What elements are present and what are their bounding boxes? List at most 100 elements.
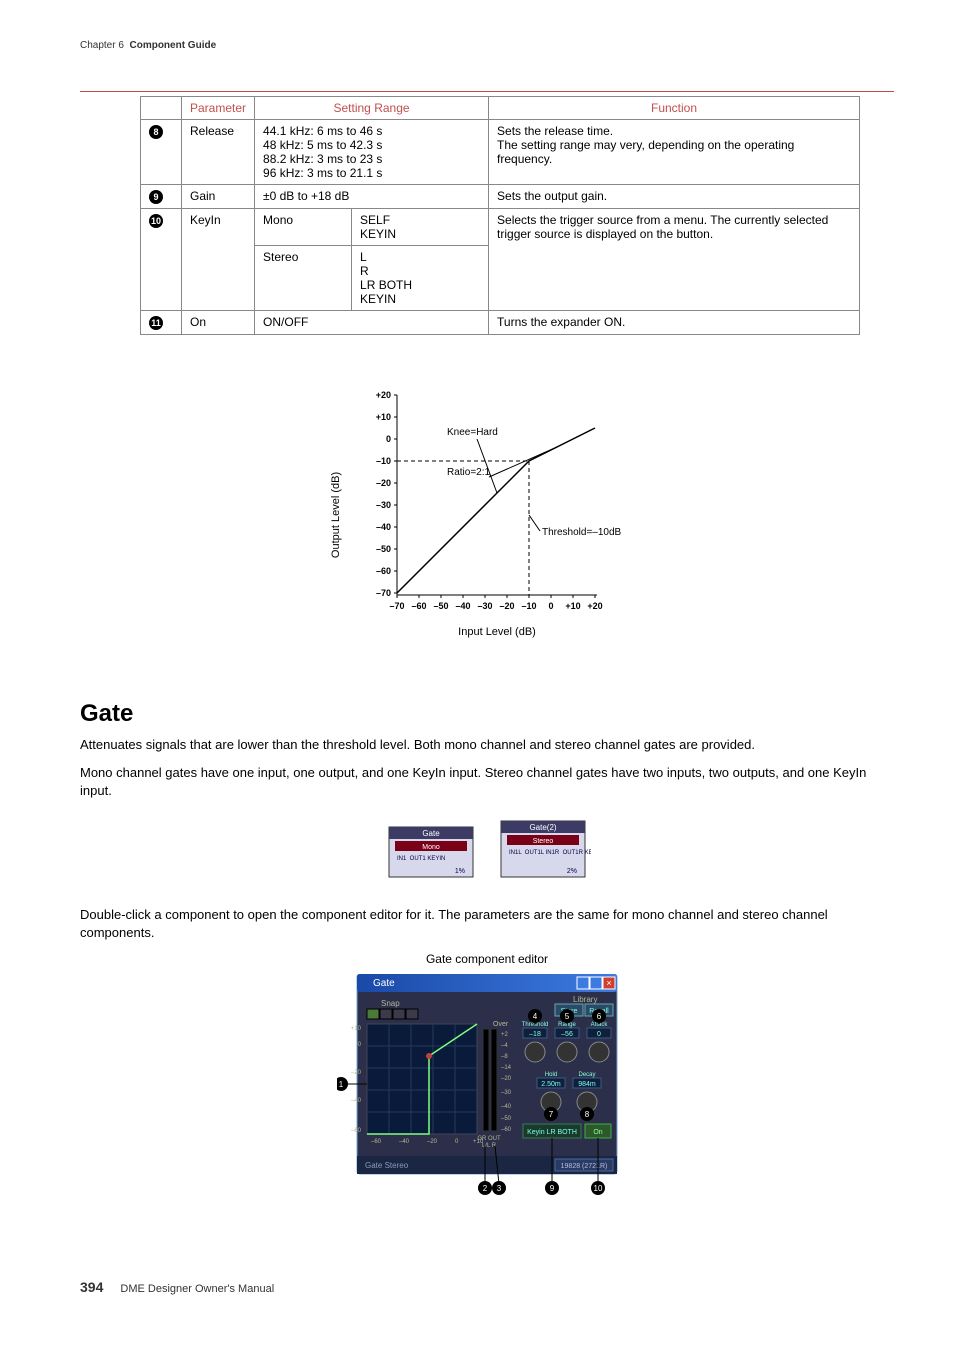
meter-tick: –20 [501,1076,512,1082]
th-parameter: Parameter [182,97,255,120]
cell-function: Selects the trigger source from a menu. … [489,209,860,311]
page-footer: 394 DME Designer Owner's Manual [80,1279,894,1295]
chart-ytick: –10 [376,456,391,466]
threshold-handle[interactable] [426,1053,432,1059]
block-pct: 2% [567,868,577,875]
table-row: 11 On ON/OFF Turns the expander ON. [141,311,860,335]
table-row: 10 KeyIn Mono SELF KEYIN Selects the tri… [141,209,860,246]
meter-tick: –40 [501,1104,512,1110]
header-rule [80,91,894,92]
section-p2: Mono channel gates have one input, one o… [80,764,894,800]
row-number: 10 [149,214,163,228]
graph-ytick: –20 [351,1070,362,1076]
cell-setting-range: 44.1 kHz: 6 ms to 46 s 48 kHz: 5 ms to 4… [255,120,489,185]
chart-xlabel: Input Level (dB) [458,626,536,638]
chart-ytick: +20 [376,390,391,400]
svg-text:Hold: Hold [545,1072,557,1078]
chart-xtick: –30 [477,601,492,611]
svg-text:984m: 984m [578,1081,596,1088]
callout: 10 [594,1184,603,1193]
svg-text:Decay: Decay [578,1072,595,1078]
callout: 4 [533,1012,538,1021]
close-icon: × [606,978,611,988]
callout: 1 [339,1080,344,1089]
meter-tick: +2 [501,1032,509,1038]
gate-stereo-block[interactable]: Gate(2) Stereo IN1L OUT1L IN1R OUT1R KEY… [495,817,591,881]
graph-xtick: –20 [427,1139,438,1145]
block-title: Gate [422,829,440,838]
block-title: Gate(2) [530,823,557,832]
gate-mono-block[interactable]: Gate Mono IN1 OUT1 KEYIN 1% [383,823,479,881]
graph-ytick: +10 [351,1026,362,1032]
keyin-label: Keyin LR BOTH [527,1129,577,1136]
cell-parameter: On [182,311,255,335]
section-p3: Double-click a component to open the com… [80,906,894,942]
callout: 7 [549,1110,554,1119]
gate-graph[interactable] [367,1024,477,1134]
snap-buttons[interactable] [367,1009,418,1019]
window-title: Gate [373,978,395,989]
editor-caption: Gate component editor [80,952,894,966]
chart-xtick: –20 [499,601,514,611]
chart-xtick: 0 [548,601,553,611]
chart-ytick: –40 [376,522,391,532]
svg-text:–56: –56 [561,1031,573,1038]
chart-xtick: +10 [565,601,580,611]
meter-tick: –60 [501,1127,512,1133]
cell-stereo-opts: L R LR BOTH KEYIN [352,246,489,311]
grout-label: GR OUT [477,1136,501,1142]
transfer-chart: Output Level (dB) +20 +10 0 –10 –20 –30 … [327,375,647,650]
cell-setting-range: ±0 dB to +18 dB [255,185,489,209]
chart-ytick: –20 [376,478,391,488]
chart-annot-ratio: Ratio=2:1 [447,467,491,478]
graph-xtick: –60 [371,1139,382,1145]
table-row: 9 Gain ±0 dB to +18 dB Sets the output g… [141,185,860,209]
callout: 5 [565,1012,570,1021]
gr-meter [483,1029,489,1131]
meter-tick: –30 [501,1090,512,1096]
on-label: On [593,1129,602,1136]
chapter-header: Chapter 6 Component Guide [80,40,894,51]
chart-xtick: –70 [389,601,404,611]
cell-setting-range: ON/OFF [255,311,489,335]
chart-xtick: +20 [587,601,602,611]
svg-text:2.50m: 2.50m [541,1081,561,1088]
chart-xtick: –10 [521,601,536,611]
chart-ytick: –50 [376,544,391,554]
parameter-table: Parameter Setting Range Function 8 Relea… [140,96,860,335]
callout: 8 [585,1110,590,1119]
chart-ytick: –30 [376,500,391,510]
block-ports: IN1L OUT1L IN1R OUT1R KEYIN [509,850,591,856]
th-function: Function [489,97,860,120]
meter-tick: –4 [501,1043,508,1049]
callout: 3 [497,1184,502,1193]
section-p1: Attenuates signals that are lower than t… [80,736,894,754]
cell-function: Turns the expander ON. [489,311,860,335]
row-number: 9 [149,190,163,204]
chart-xtick: –50 [433,601,448,611]
section-title: Gate [80,700,894,728]
maximize-button[interactable] [590,977,602,989]
status-left: Gate Stereo [365,1161,409,1170]
graph-xtick: –40 [399,1139,410,1145]
cell-parameter: Gain [182,185,255,209]
block-pct: 1% [455,868,465,875]
over-label: Over [493,1021,509,1028]
chart-ylabel: Output Level (dB) [330,472,342,558]
minimize-button[interactable] [577,977,589,989]
status-right: 19828 (2721R) [561,1163,608,1170]
cell-stereo-label: Stereo [255,246,352,311]
cell-parameter: KeyIn [182,209,255,311]
cell-parameter: Release [182,120,255,185]
chapter-title: Component Guide [129,40,216,51]
block-variant: Stereo [533,838,554,845]
row-number: 11 [149,316,163,330]
snap-label: Snap [381,999,400,1008]
out-meter [491,1029,497,1131]
library-label: Library [573,995,597,1004]
graph-ytick: –60 [351,1128,362,1134]
cell-function: Sets the output gain. [489,185,860,209]
row-number: 8 [149,125,163,139]
block-variant: Mono [422,844,440,851]
gate-editor-window: Gate × Snap Library Store [337,974,637,1214]
